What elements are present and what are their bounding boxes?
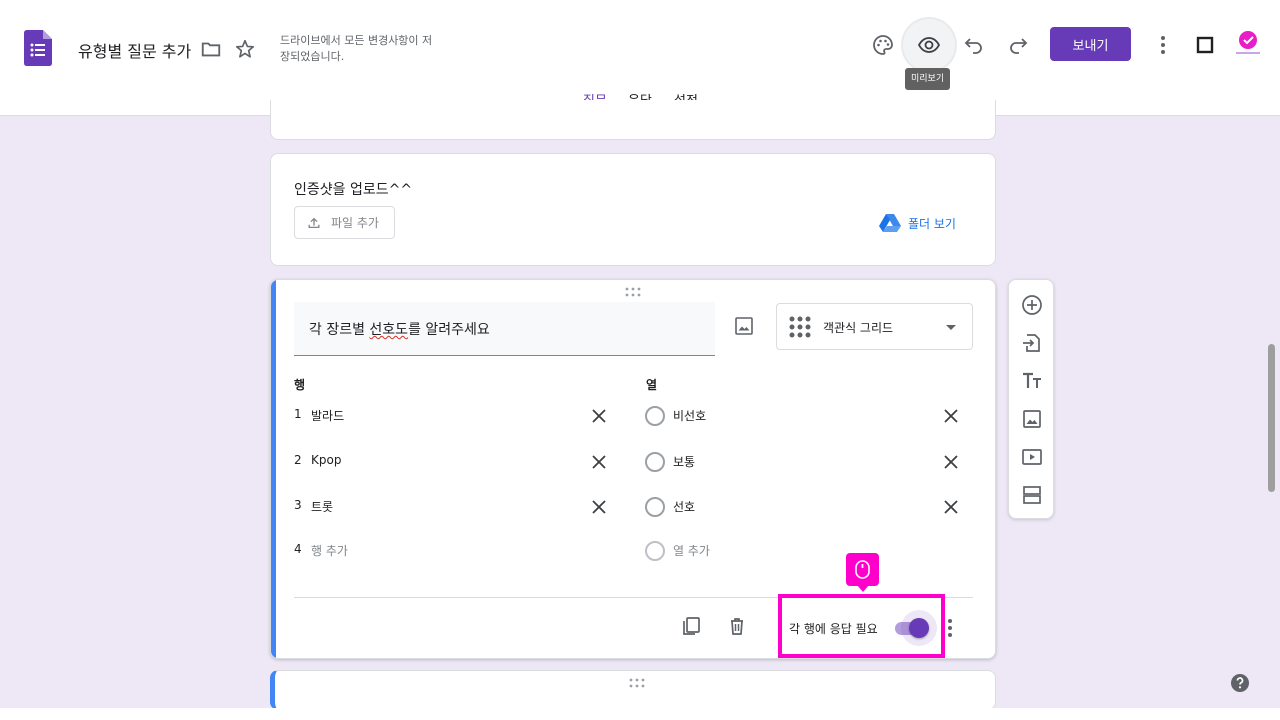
add-section-icon[interactable] [1021, 484, 1043, 506]
document-title[interactable]: 유형별 질문 추가 [78, 38, 191, 62]
save-status-text: 드라이브에서 모든 변경사항이 저장되었습니다. [280, 34, 433, 63]
column-label-input[interactable]: 비선호 [673, 407, 706, 424]
question-title-suffix: 를 알려주세요 [408, 322, 490, 338]
remove-column-icon[interactable] [942, 407, 960, 425]
mouse-click-icon [855, 560, 870, 579]
column-radio [645, 406, 665, 426]
column-radio [645, 541, 665, 561]
google-drive-icon [879, 214, 901, 232]
row-label-input[interactable]: Kpop [311, 453, 341, 467]
more-vert-icon[interactable] [1151, 33, 1175, 57]
add-file-button[interactable]: 파일 추가 [294, 206, 395, 239]
row-number: 1 [294, 407, 302, 421]
question-title-text: 각 장르별 선호도를 알려주세요 [309, 319, 490, 339]
grid-dots-icon [789, 316, 811, 338]
remove-row-icon[interactable] [590, 498, 608, 516]
column-radio [645, 497, 665, 517]
column-label-input[interactable]: 선호 [673, 498, 695, 515]
google-forms-logo-icon[interactable] [24, 30, 52, 66]
question-type-label: 객관식 그리드 [823, 321, 894, 335]
tutorial-highlight-box [778, 594, 945, 658]
trash-icon[interactable] [726, 615, 748, 637]
avatar[interactable] [1232, 28, 1264, 60]
active-card-accent [271, 280, 276, 658]
column-radio [645, 452, 665, 472]
next-question-card[interactable] [270, 670, 996, 710]
star-icon[interactable] [234, 38, 256, 60]
previous-question-card[interactable] [270, 100, 996, 140]
image-icon[interactable] [734, 316, 754, 336]
question-title-misspelled-word: 선호도 [369, 322, 409, 338]
remove-column-icon[interactable] [942, 498, 960, 516]
help-icon[interactable] [1230, 673, 1250, 693]
undo-icon[interactable] [962, 33, 986, 57]
add-video-icon[interactable] [1021, 446, 1043, 468]
question-type-select[interactable]: 객관식 그리드 [776, 303, 973, 350]
copy-icon[interactable] [680, 615, 702, 637]
remove-column-icon[interactable] [942, 453, 960, 471]
view-folder-link[interactable]: 폴더 보기 [908, 215, 956, 232]
row-label-input[interactable]: 발라드 [311, 407, 344, 424]
app-header: 유형별 질문 추가 드라이브에서 모든 변경사항이 저장되었습니다. 미리보기 … [0, 0, 1280, 116]
palette-icon[interactable] [871, 33, 895, 57]
tutorial-click-callout [846, 553, 879, 592]
add-image-icon[interactable] [1021, 408, 1043, 430]
add-question-icon[interactable] [1021, 294, 1043, 316]
drag-handle-icon[interactable] [624, 287, 642, 297]
folder-icon[interactable] [200, 38, 222, 60]
chevron-down-icon [946, 325, 956, 330]
floating-toolbar [1008, 279, 1054, 519]
eye-icon [917, 37, 941, 53]
remove-row-icon[interactable] [590, 407, 608, 425]
row-label-input[interactable]: 트롯 [311, 498, 333, 515]
add-column-button[interactable]: 열 추가 [673, 542, 710, 559]
upload-icon [308, 217, 320, 229]
upload-question-title: 인증샷을 업로드^^ [294, 182, 413, 198]
upload-question-card[interactable]: 인증샷을 업로드^^ 파일 추가 폴더 보기 [270, 153, 996, 266]
column-label-input[interactable]: 보통 [673, 453, 695, 470]
import-questions-icon[interactable] [1021, 332, 1043, 354]
more-vert-icon[interactable] [944, 617, 956, 639]
send-button[interactable]: 보내기 [1050, 27, 1131, 61]
row-number: 3 [294, 498, 302, 512]
scrollbar-thumb[interactable] [1268, 344, 1275, 492]
row-number: 4 [294, 542, 302, 556]
preview-button[interactable] [903, 19, 955, 71]
bottom-strip [0, 708, 1280, 720]
drag-handle-icon[interactable] [628, 678, 646, 688]
add-title-icon[interactable] [1021, 370, 1043, 392]
row-number: 2 [294, 453, 302, 467]
rows-header: 행 [294, 378, 306, 392]
question-title-prefix: 각 장르별 [309, 322, 370, 338]
columns-header: 열 [646, 378, 658, 392]
add-file-label: 파일 추가 [331, 216, 379, 230]
remove-row-icon[interactable] [590, 453, 608, 471]
add-row-button[interactable]: 행 추가 [311, 542, 348, 559]
redo-icon[interactable] [1006, 33, 1030, 57]
question-title-input[interactable]: 각 장르별 선호도를 알려주세요 [294, 302, 715, 356]
square-icon[interactable] [1193, 33, 1217, 57]
